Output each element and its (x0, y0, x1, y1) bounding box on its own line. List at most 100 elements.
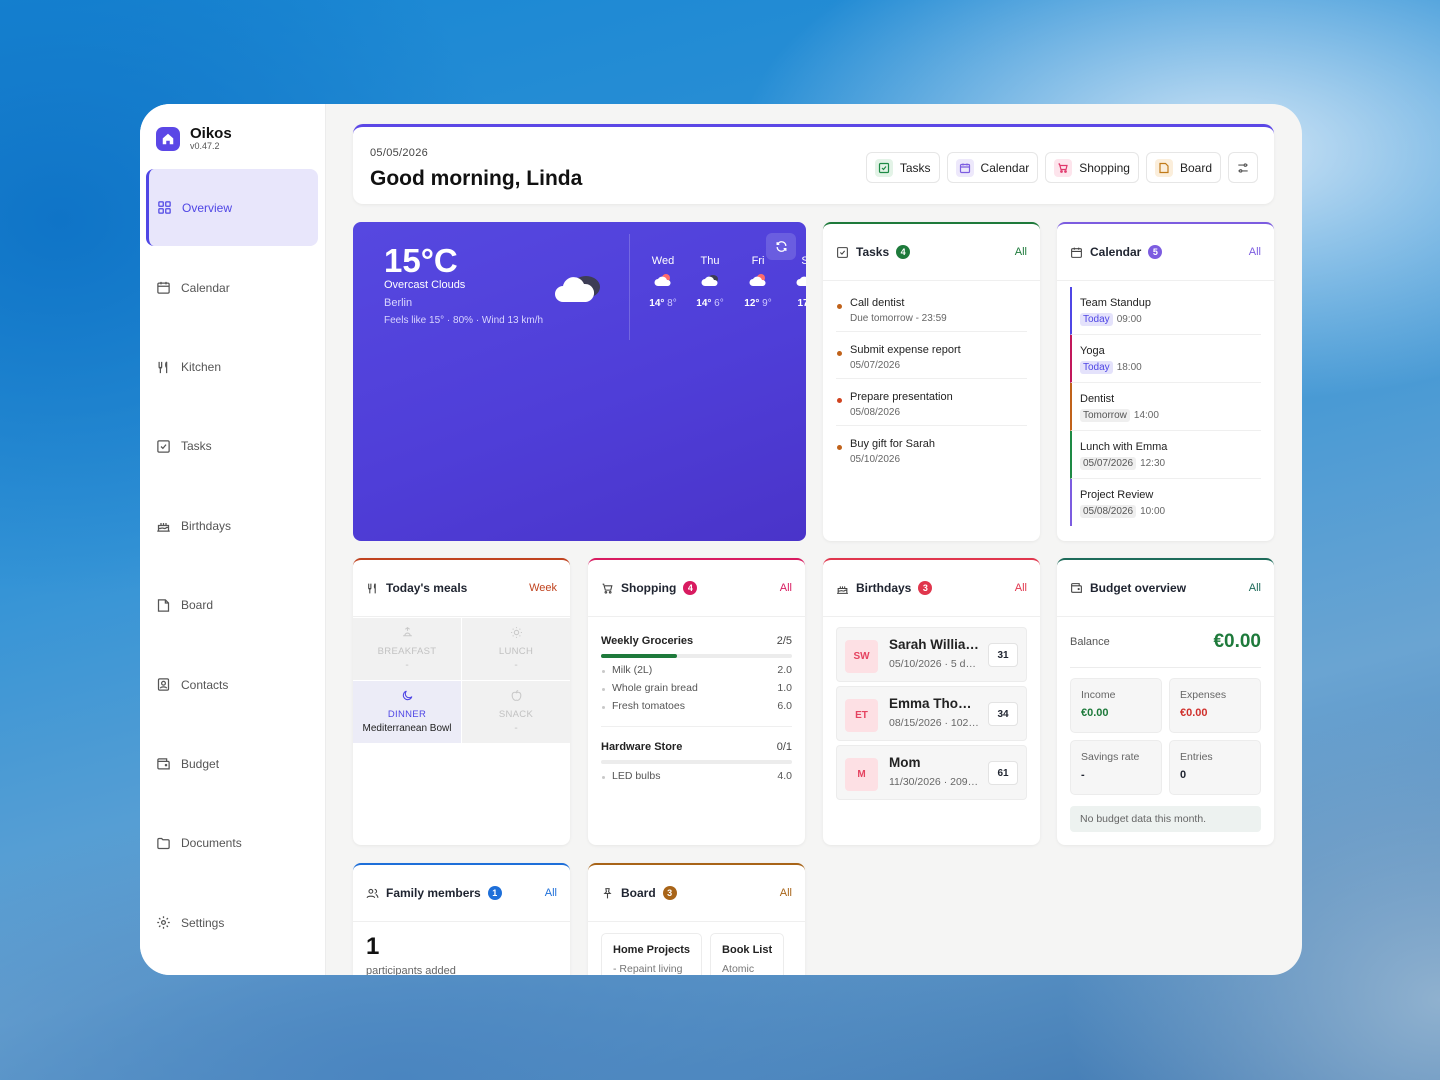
task-due: 05/10/2026 (850, 454, 901, 465)
list-item[interactable]: Whole grain bread 1.0 (601, 682, 792, 700)
event-when: Today 18:00 (1080, 361, 1261, 374)
divider (629, 234, 630, 340)
widget-header: Birthdays 3 All (823, 560, 1040, 617)
quick-tasks-button[interactable]: Tasks (865, 152, 940, 183)
widget-title: Budget overview (1090, 581, 1187, 595)
meal-slot-breakfast[interactable]: BREAKFAST - (353, 618, 461, 680)
board-widget: Board 3 All Home Projects - Repaint livin… (588, 863, 805, 975)
all-link[interactable]: All (1015, 582, 1027, 594)
meal-value: - (514, 660, 518, 671)
meal-label: SNACK (498, 709, 534, 720)
event-time: 10:00 (1140, 506, 1166, 517)
avatar: SW (845, 640, 878, 673)
sidebar-item-calendar[interactable]: Calendar (146, 248, 318, 327)
sidebar-item-documents[interactable]: Documents (146, 804, 318, 883)
board-note[interactable]: Book List Atomic (710, 933, 785, 975)
all-link[interactable]: All (780, 582, 792, 594)
forecast-day: Wed 14° 8° (643, 255, 683, 309)
calendar-icon (955, 158, 974, 177)
event-item[interactable]: Yoga Today 18:00 (1070, 335, 1261, 383)
task-title: Call dentist (850, 297, 905, 309)
event-time: 12:30 (1140, 458, 1166, 469)
board-note[interactable]: Home Projects - Repaint living (601, 933, 703, 975)
list-item[interactable]: Milk (2L) 2.0 (601, 664, 792, 682)
quick-board-button[interactable]: Board (1145, 152, 1221, 183)
moon-icon (402, 690, 412, 701)
event-item[interactable]: Dentist Tomorrow 14:00 (1070, 383, 1261, 431)
age-badge: 31 (988, 643, 1018, 667)
task-item[interactable]: Submit expense report 05/07/2026 (836, 332, 1027, 379)
refresh-button[interactable] (766, 233, 796, 260)
event-item[interactable]: Project Review 05/08/2026 10:00 (1070, 479, 1261, 526)
app-name: Oikos (190, 125, 232, 142)
event-day-tag: 05/08/2026 (1080, 505, 1137, 518)
all-link[interactable]: All (1249, 246, 1261, 258)
count-badge: 1 (487, 886, 502, 900)
task-title: Submit expense report (850, 344, 961, 356)
list-name: Weekly Groceries (601, 635, 694, 647)
list-item[interactable]: Fresh tomatoes 6.0 (601, 700, 792, 718)
meal-slot-dinner[interactable]: DINNER Mediterranean Bowl (353, 681, 461, 743)
sidebar-item-settings[interactable]: Settings (146, 883, 318, 962)
meal-slot-snack[interactable]: SNACK - (462, 681, 570, 743)
shopping-list[interactable]: Weekly Groceries 2/5 Milk (2L) 2.0 Whole g… (601, 635, 792, 718)
task-item[interactable]: Call dentist Due tomorrow - 23:59 (836, 285, 1027, 332)
forecast-temps: 12° 9° (738, 298, 778, 309)
event-item[interactable]: Team Standup Today 09:00 (1070, 287, 1261, 335)
sidebar-item-label: Documents (181, 836, 242, 851)
shopping-list[interactable]: Hardware Store 0/1 LED bulbs 4.0 (601, 726, 792, 788)
widget-header: Board 3 All (588, 865, 805, 922)
widget-title: Family members (386, 886, 481, 900)
meal-value: Mediterranean Bowl (362, 723, 452, 734)
note-icon (157, 599, 170, 612)
sidebar-item-birthdays[interactable]: Birthdays (146, 486, 318, 565)
task-item[interactable]: Buy gift for Sarah 05/10/2026 (836, 426, 1027, 472)
forecast-temps: 14° 8° (643, 298, 683, 309)
sidebar-item-overview[interactable]: Overview (146, 169, 318, 246)
meal-slot-lunch[interactable]: LUNCH - (462, 618, 570, 680)
event-when: 05/08/2026 10:00 (1080, 505, 1261, 518)
item-quantity: 1.0 (777, 682, 792, 694)
event-item[interactable]: Lunch with Emma 05/07/2026 12:30 (1070, 431, 1261, 479)
task-title: Buy gift for Sarah (850, 438, 935, 450)
quick-shopping-button[interactable]: Shopping (1045, 152, 1139, 183)
quick-calendar-label: Calendar (980, 160, 1030, 175)
customize-button[interactable] (1228, 152, 1258, 183)
all-link[interactable]: All (1249, 582, 1261, 594)
sidebar-item-board[interactable]: Board (146, 566, 318, 645)
widget-title: Board (621, 886, 656, 900)
sidebar-item-kitchen[interactable]: Kitchen (146, 327, 318, 406)
weather-widget: 15°C Overcast Clouds Berlin Feels like 1… (353, 222, 806, 541)
brand[interactable]: Oikos v0.47.2 (156, 126, 232, 152)
cloud-icon (701, 275, 718, 286)
quick-calendar-button[interactable]: Calendar (946, 152, 1039, 183)
birthday-item[interactable]: M Mom 11/30/2026 · 209 days 61 (836, 745, 1027, 800)
birthdays-widget: Birthdays 3 All SW Sarah Williams 05/10/20… (823, 558, 1040, 845)
week-link[interactable]: Week (529, 582, 557, 594)
birthday-item[interactable]: SW Sarah Williams 05/10/2026 · 5 days 31 (836, 627, 1027, 682)
forecast-day-label: Wed (651, 255, 675, 267)
task-due: Due tomorrow - 23:59 (850, 313, 947, 324)
avatar: ET (845, 699, 878, 732)
sidebar-item-label: Kitchen (181, 360, 222, 375)
list-item[interactable]: LED bulbs 4.0 (601, 770, 792, 788)
cake-icon (837, 585, 848, 594)
birthday-item[interactable]: ET Emma Thompson 08/15/2026 · 102 days 34 (836, 686, 1027, 741)
event-title: Yoga (1080, 345, 1105, 357)
all-link[interactable]: All (780, 887, 792, 899)
partly-cloudy-icon (749, 274, 766, 286)
all-link[interactable]: All (1015, 246, 1027, 258)
item-name: Fresh tomatoes (612, 700, 685, 712)
task-item[interactable]: Prepare presentation 05/08/2026 (836, 379, 1027, 426)
sidebar-item-label: Budget (181, 757, 220, 772)
sidebar-item-tasks[interactable]: Tasks (146, 407, 318, 486)
task-due: 05/08/2026 (850, 407, 901, 418)
list-progress: 2/5 (776, 635, 792, 647)
member-count-label: participants added (366, 965, 456, 975)
partly-cloudy-icon (654, 274, 671, 286)
sidebar-item-budget[interactable]: Budget (146, 724, 318, 803)
sidebar-item-label: Tasks (181, 439, 212, 454)
sidebar-item-contacts[interactable]: Contacts (146, 645, 318, 724)
birthday-name: Mom (889, 755, 921, 770)
all-link[interactable]: All (545, 887, 557, 899)
